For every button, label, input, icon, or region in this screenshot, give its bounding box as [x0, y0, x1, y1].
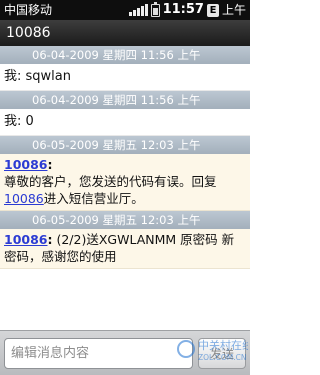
message-text: 0 — [25, 114, 34, 129]
status-bar: 中国移动 11:57 E 上午 — [0, 0, 250, 20]
battery-icon — [150, 1, 160, 17]
message-text: 进入短信营业厅。 — [43, 191, 144, 206]
am-pm-label: 上午 — [221, 3, 246, 17]
message-list[interactable]: 06-04-2009 星期四 11:56 上午 我: sqwlan 06-04-… — [0, 46, 250, 330]
received-message[interactable]: 10086: 尊敬的客户，您发送的代码有误。回复10086进入短信营业厅。 — [0, 154, 250, 211]
message-date: 06-04-2009 星期四 11:56 上午 — [0, 46, 250, 64]
sender-link[interactable]: 10086 — [4, 157, 48, 172]
signal-icon — [128, 4, 148, 16]
compose-bar: 发送 — [0, 330, 250, 375]
message-text: 尊敬的客户，您发送的代码有误。回复 — [4, 174, 217, 189]
status-icons: 11:57 E 上午 — [128, 1, 246, 18]
message-date: 06-05-2009 星期五 12:03 上午 — [0, 211, 250, 229]
message-text: sqwlan — [25, 69, 71, 84]
sender-label: 我: — [4, 114, 26, 129]
carrier-name: 中国移动 — [4, 3, 53, 17]
sent-message[interactable]: 我: sqwlan — [0, 64, 250, 91]
message-date: 06-05-2009 星期五 12:03 上午 — [0, 136, 250, 154]
network-type-badge: E — [206, 3, 219, 17]
message-date: 06-04-2009 星期四 11:56 上午 — [0, 91, 250, 109]
phone-link[interactable]: 10086 — [4, 191, 44, 206]
sender-label: 我: — [4, 69, 26, 84]
send-button[interactable]: 发送 — [198, 338, 246, 369]
clock: 11:57 — [162, 2, 204, 17]
received-message[interactable]: 10086: (2/2)送XGWLANMM 原密码 新密码，感谢您的使用 — [0, 229, 250, 269]
sender-link[interactable]: 10086 — [4, 232, 48, 247]
message-input[interactable] — [4, 338, 193, 369]
contact-title: 10086 — [6, 25, 51, 41]
sender-colon: : — [47, 157, 53, 172]
sent-message[interactable]: 我: 0 — [0, 109, 250, 136]
conversation-header: 10086 — [0, 20, 250, 46]
